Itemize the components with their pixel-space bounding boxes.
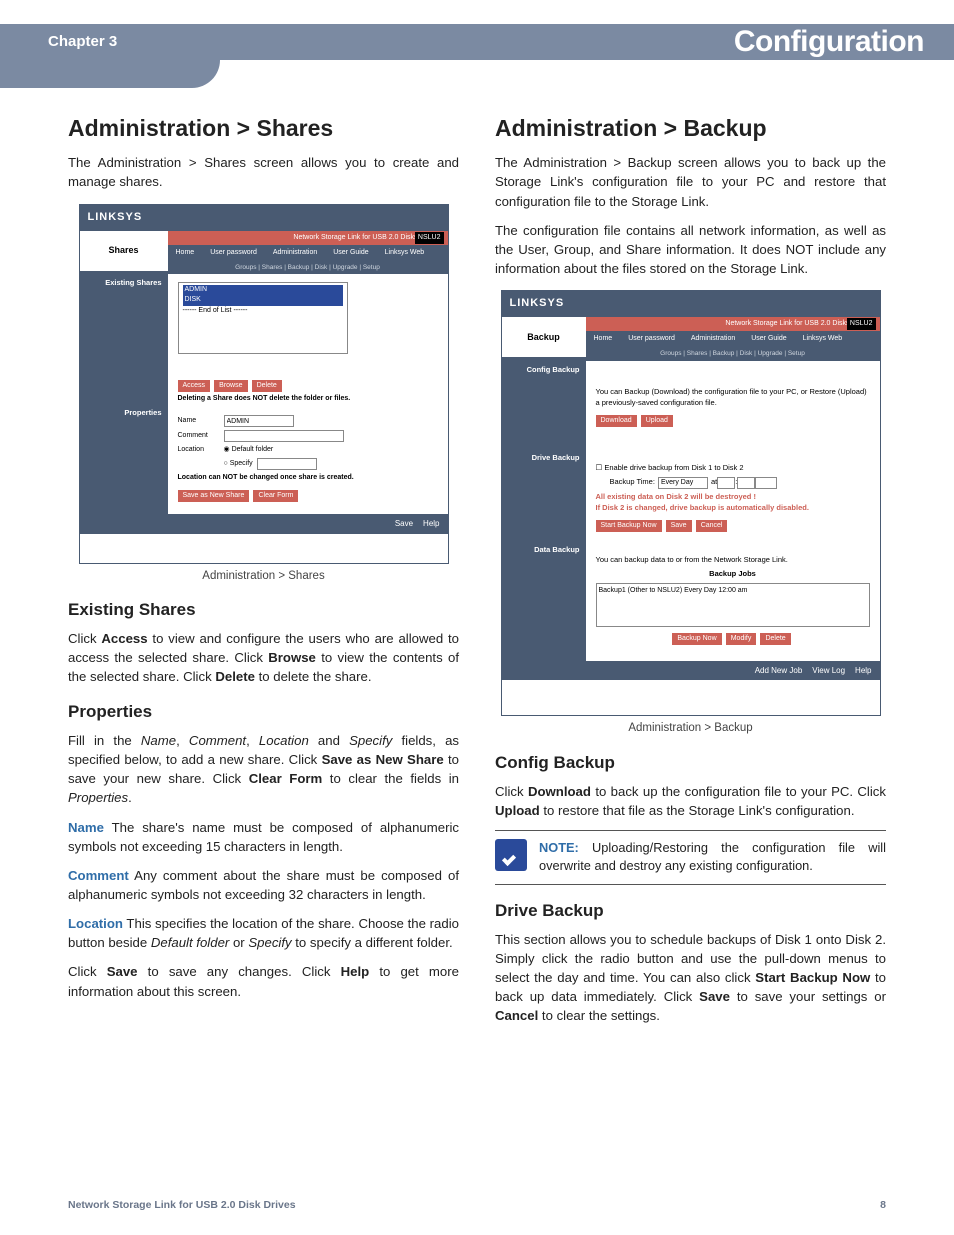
- backup-ampm[interactable]: [755, 477, 777, 489]
- name-input[interactable]: [224, 415, 294, 427]
- heading-existing: Existing Shares: [68, 598, 459, 623]
- heading-properties: Properties: [68, 700, 459, 725]
- note-label: NOTE:: [539, 840, 579, 855]
- header-decoration: [0, 60, 220, 88]
- warn1: All existing data on Disk 2 will be dest…: [596, 492, 870, 503]
- cancel-button[interactable]: Cancel: [696, 520, 728, 532]
- delete-note: Deleting a Share does NOT delete the fol…: [178, 394, 438, 404]
- backup-min[interactable]: [737, 477, 755, 489]
- backup-day-select[interactable]: [658, 477, 708, 489]
- text-existing: Click Access to view and configure the u…: [68, 629, 459, 686]
- page-number: 8: [880, 1198, 886, 1213]
- figure-caption-shares: Administration > Shares: [68, 568, 459, 585]
- shares-listbox[interactable]: ADMIN DISK ------ End of List ------: [178, 282, 348, 354]
- chapter-label: Chapter 3: [48, 31, 117, 53]
- jobs-label: Backup Jobs: [596, 569, 870, 580]
- modify-button[interactable]: Modify: [726, 633, 757, 645]
- figure-caption-backup: Administration > Backup: [495, 720, 886, 737]
- browse-button[interactable]: Browse: [214, 380, 247, 392]
- heading-config-backup: Config Backup: [495, 751, 886, 776]
- tab-userpw[interactable]: User password: [620, 331, 683, 347]
- side-data: Data Backup: [502, 541, 586, 560]
- screenshot-backup: LINKSYS Backup Network Storage Link for …: [501, 290, 881, 716]
- tab-web[interactable]: Linksys Web: [377, 245, 433, 261]
- text-drive-backup: This section allows you to schedule back…: [495, 930, 886, 1026]
- logo: LINKSYS: [510, 296, 565, 312]
- delete-button[interactable]: Delete: [252, 380, 282, 392]
- specify-input[interactable]: [257, 458, 317, 470]
- ss-section-label: Backup: [502, 317, 586, 357]
- save-link[interactable]: Save: [395, 518, 413, 530]
- page-title: Configuration: [734, 20, 924, 64]
- backup-hour[interactable]: [717, 477, 735, 489]
- ss-section-label: Shares: [80, 231, 168, 271]
- screenshot-shares: LINKSYS Shares Network Storage Link for …: [79, 204, 449, 564]
- note-box: NOTE: Uploading/Restoring the configurat…: [495, 830, 886, 885]
- tab-admin[interactable]: Administration: [265, 245, 325, 261]
- warn2: If Disk 2 is changed, drive backup is au…: [596, 503, 870, 514]
- heading-shares: Administration > Shares: [68, 112, 459, 145]
- subtabs[interactable]: Groups | Shares | Backup | Disk | Upgrad…: [586, 347, 880, 360]
- tab-admin[interactable]: Administration: [683, 331, 743, 347]
- text-properties-intro: Fill in the Name, Comment, Location and …: [68, 731, 459, 808]
- tab-guide[interactable]: User Guide: [325, 245, 376, 261]
- subtabs[interactable]: Groups | Shares | Backup | Disk | Upgrad…: [168, 261, 448, 274]
- tab-guide[interactable]: User Guide: [743, 331, 794, 347]
- text-config-backup: Click Download to back up the configurat…: [495, 782, 886, 820]
- config-text: You can Backup (Download) the configurat…: [596, 387, 870, 409]
- intro-backup-1: The Administration > Backup screen allow…: [495, 153, 886, 210]
- upload-button[interactable]: Upload: [641, 415, 673, 427]
- footer-title: Network Storage Link for USB 2.0 Disk Dr…: [68, 1198, 296, 1213]
- side-properties: Properties: [80, 404, 168, 423]
- intro-backup-2: The configuration file contains all netw…: [495, 221, 886, 278]
- product-bar: Network Storage Link for USB 2.0 DisksNS…: [168, 231, 448, 245]
- field-location: Location This specifies the location of …: [68, 914, 459, 952]
- figure-shares: LINKSYS Shares Network Storage Link for …: [68, 204, 459, 585]
- tab-web[interactable]: Linksys Web: [795, 331, 851, 347]
- add-job-link[interactable]: Add New Job: [755, 665, 803, 677]
- intro-shares: The Administration > Shares screen allow…: [68, 153, 459, 191]
- clear-button[interactable]: Clear Form: [253, 490, 298, 502]
- tab-userpw[interactable]: User password: [202, 245, 265, 261]
- jobs-list[interactable]: Backup1 (Other to NSLU2) Every Day 12:00…: [596, 583, 870, 627]
- figure-backup: LINKSYS Backup Network Storage Link for …: [495, 290, 886, 737]
- access-button[interactable]: Access: [178, 380, 211, 392]
- data-text: You can backup data to or from the Netwo…: [596, 555, 870, 566]
- heading-backup: Administration > Backup: [495, 112, 886, 145]
- field-name: Name The share's name must be composed o…: [68, 818, 459, 856]
- tab-home[interactable]: Home: [586, 331, 621, 347]
- location-note: Location can NOT be changed once share i…: [178, 473, 438, 483]
- save-button[interactable]: Save: [666, 520, 692, 532]
- text-save-help: Click Save to save any changes. Click He…: [68, 962, 459, 1000]
- note-text: Uploading/Restoring the configuration fi…: [539, 840, 886, 874]
- side-drive: Drive Backup: [502, 449, 586, 468]
- backup-now-button[interactable]: Backup Now: [672, 633, 721, 645]
- logo: LINKSYS: [88, 210, 143, 226]
- comment-input[interactable]: [224, 430, 344, 442]
- save-as-button[interactable]: Save as New Share: [178, 490, 250, 502]
- enable-checkbox[interactable]: Enable drive backup from Disk 1 to Disk …: [604, 463, 743, 472]
- heading-drive-backup: Drive Backup: [495, 899, 886, 924]
- check-icon: [495, 839, 527, 871]
- start-backup-button[interactable]: Start Backup Now: [596, 520, 662, 532]
- product-bar: Network Storage Link for USB 2.0 DisksNS…: [586, 317, 880, 331]
- field-comment: Comment Any comment about the share must…: [68, 866, 459, 904]
- help-link[interactable]: Help: [855, 665, 871, 677]
- download-button[interactable]: Download: [596, 415, 637, 427]
- help-link[interactable]: Help: [423, 518, 439, 530]
- side-config: Config Backup: [502, 361, 586, 380]
- delete-job-button[interactable]: Delete: [760, 633, 790, 645]
- view-log-link[interactable]: View Log: [812, 665, 845, 677]
- tab-home[interactable]: Home: [168, 245, 203, 261]
- side-existing: Existing Shares: [80, 274, 168, 293]
